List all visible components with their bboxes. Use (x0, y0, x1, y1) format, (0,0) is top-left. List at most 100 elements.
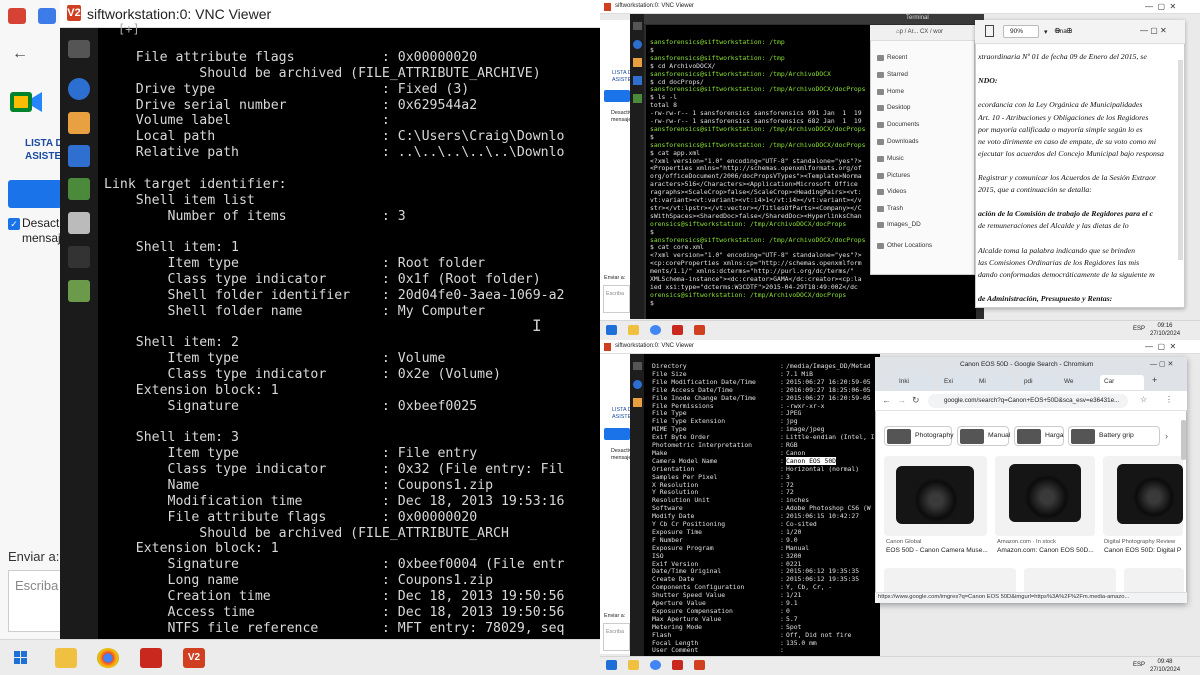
bottom-right-dock-icon-1[interactable] (633, 362, 642, 370)
bottom-right-dock-icon-3[interactable] (633, 398, 642, 407)
dock-folder-icon[interactable] (68, 40, 90, 58)
search-chip[interactable]: Battery grip (1068, 426, 1160, 446)
exif-value: 135.0 mm (786, 638, 817, 647)
result-image-4[interactable] (884, 568, 1016, 594)
new-tab-button[interactable]: + (1152, 375, 1157, 385)
result-caption[interactable]: EOS 50D - Canon Camera Muse... (886, 547, 988, 554)
browser-tab[interactable]: Inki (895, 375, 933, 390)
place-item[interactable]: Music (887, 155, 904, 162)
bottom-right-lang[interactable]: ESP (1133, 662, 1145, 668)
blue-action-button[interactable] (8, 180, 62, 208)
top-right-dock-icon-3[interactable] (633, 58, 642, 67)
bottom-right-chat-input[interactable] (603, 623, 630, 651)
place-item[interactable]: Trash (887, 205, 903, 212)
browser-tab[interactable]: Exi (940, 375, 978, 390)
deactivate-checkbox[interactable]: ✓ (8, 218, 20, 230)
top-right-chat-input[interactable] (603, 285, 630, 313)
chromium-window-controls[interactable]: — ▢ ✕ (1150, 360, 1173, 368)
result-image-1[interactable] (884, 456, 987, 536)
top-right-explorer-icon[interactable] (628, 325, 639, 335)
bottom-right-dock-icon-2[interactable] (633, 380, 642, 389)
bottom-right-vnc-icon[interactable] (694, 660, 705, 670)
document-scrollbar[interactable] (1178, 60, 1183, 260)
search-chip[interactable]: Manual (957, 426, 1010, 446)
search-chip[interactable]: Harga (1014, 426, 1064, 446)
file-manager-path[interactable]: ⌂p / Ar... CX / wor (896, 29, 943, 35)
browser-tab[interactable]: pdi (1020, 375, 1058, 390)
result-image-5[interactable] (1024, 568, 1116, 594)
top-right-dock-icon-4[interactable] (633, 76, 642, 85)
bottom-right-start-icon[interactable] (606, 660, 617, 670)
document-window-controls[interactable]: — ▢ ✕ (1140, 26, 1167, 35)
send-to-label: Enviar a: (8, 549, 60, 564)
file-explorer-icon[interactable] (55, 648, 77, 668)
dock-terminal-icon[interactable] (68, 178, 90, 200)
top-right-blue-button[interactable] (604, 90, 630, 102)
top-right-dock-icon-1[interactable] (633, 22, 642, 30)
document-page-icon (985, 25, 994, 37)
back-icon[interactable]: ← (882, 395, 891, 405)
browser-tab[interactable]: Car (1100, 375, 1144, 390)
place-item[interactable]: Other Locations (887, 242, 932, 249)
dock-editor-icon[interactable] (68, 145, 90, 167)
reload-icon[interactable]: ↻ (912, 395, 920, 406)
place-item[interactable]: Pictures (887, 172, 910, 179)
place-item[interactable]: Downloads (887, 138, 919, 145)
top-right-vnc-icon[interactable] (694, 325, 705, 335)
top-right-terminal-titlebar[interactable] (644, 14, 984, 24)
bottom-right-acrobat-icon[interactable] (672, 660, 683, 670)
document-tab-label[interactable]: Ima... (1056, 28, 1072, 35)
bottom-right-blue-button[interactable] (604, 428, 630, 440)
place-item[interactable]: Home (887, 88, 904, 95)
chips-next-icon[interactable]: › (1165, 431, 1168, 441)
place-item[interactable]: Desktop (887, 104, 910, 111)
exif-key: ISO (652, 551, 664, 560)
bookmark-star-icon[interactable]: ☆ (1140, 395, 1147, 404)
app-icon-blue[interactable] (38, 8, 56, 24)
result-caption[interactable]: Canon EOS 50D: Digital P (1104, 547, 1181, 554)
file-manager-window[interactable] (870, 25, 975, 275)
acrobat-icon[interactable] (140, 648, 162, 668)
bottom-right-explorer-icon[interactable] (628, 660, 639, 670)
bottom-right-chrome-icon[interactable] (650, 660, 661, 670)
top-right-start-icon[interactable] (606, 325, 617, 335)
place-item[interactable]: Starred (887, 71, 908, 78)
result-image-2[interactable] (995, 456, 1095, 536)
result-image-3[interactable] (1103, 456, 1183, 536)
zoom-dropdown-arrow-icon[interactable]: ▾ (1044, 28, 1048, 36)
windows-start-icon[interactable] (14, 651, 28, 670)
top-right-clock[interactable]: 09:16 27/10/2024 (1150, 322, 1180, 338)
place-item[interactable]: Recent (887, 54, 907, 61)
app-icon-red[interactable] (8, 8, 26, 24)
zoom-select[interactable]: 90% (1003, 25, 1039, 38)
result-image-6[interactable] (1124, 568, 1184, 594)
top-right-lang[interactable]: ESP (1133, 326, 1145, 332)
top-right-dock-icon-5[interactable] (633, 94, 642, 103)
bottom-right-window-controls[interactable]: — ▢ ✕ (1145, 342, 1176, 351)
bottom-right-clock[interactable]: 09:48 27/10/2024 (1150, 658, 1180, 674)
dock-disk-icon[interactable] (68, 280, 90, 302)
vnc-taskbar-icon[interactable]: V2 (183, 648, 205, 668)
forward-icon[interactable]: → (897, 395, 906, 405)
search-chip[interactable]: Photography (884, 426, 954, 446)
top-right-window-controls[interactable]: — ▢ ✕ (1145, 2, 1176, 11)
chrome-icon[interactable] (97, 648, 119, 668)
place-item[interactable]: Images_DD (887, 221, 921, 228)
browser-tab[interactable]: Mi (975, 375, 1013, 390)
place-item[interactable]: Videos (887, 188, 906, 195)
chromium-menu-icon[interactable]: ⋮ (1165, 395, 1173, 404)
result-caption[interactable]: Amazon.com: Canon EOS 50D... (997, 547, 1094, 554)
top-right-acrobat-icon[interactable] (672, 325, 683, 335)
browser-tab[interactable]: We (1060, 375, 1098, 390)
dock-app-icon[interactable] (68, 112, 90, 134)
place-item[interactable]: Documents (887, 121, 919, 128)
chromium-scrollbar[interactable] (1181, 420, 1186, 460)
back-arrow-icon[interactable]: ← (12, 45, 28, 63)
terminal-tab-button[interactable]: [+] (118, 22, 140, 36)
dock-text-editor-icon[interactable] (68, 212, 90, 234)
top-right-chrome-icon[interactable] (650, 325, 661, 335)
dock-chromium-icon[interactable] (68, 78, 90, 100)
bottom-right-mensaje-label: mensaje (611, 455, 632, 461)
dock-recorder-icon[interactable] (68, 246, 90, 268)
top-right-dock-icon-2[interactable] (633, 40, 642, 49)
